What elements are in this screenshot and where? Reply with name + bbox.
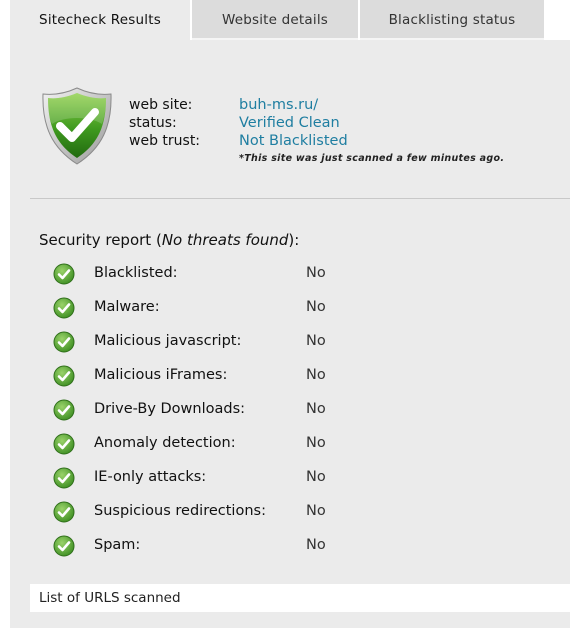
report-item-label: Malicious iFrames: xyxy=(94,367,228,383)
report-item-value: No xyxy=(306,299,326,315)
report-item-label: Anomaly detection: xyxy=(94,435,236,451)
report-item-value: No xyxy=(306,333,326,349)
report-item-value: No xyxy=(306,265,326,281)
report-item-label: IE-only attacks: xyxy=(94,469,207,485)
green-check-icon xyxy=(53,501,75,523)
report-item-label: Malicious javascript: xyxy=(94,333,242,349)
security-report-title: Security report (No threats found): xyxy=(39,231,299,249)
urls-scanned-bar[interactable]: List of URLS scanned xyxy=(30,584,570,612)
report-row: Malicious javascript: No xyxy=(53,331,353,353)
report-row: Malicious iFrames: No xyxy=(53,365,353,387)
report-row: Blacklisted: No xyxy=(53,263,353,285)
green-check-icon xyxy=(53,297,75,319)
green-check-icon xyxy=(53,365,75,387)
status-label: status: xyxy=(129,115,177,131)
tab-bar-gap xyxy=(546,0,570,40)
report-row: Drive-By Downloads: No xyxy=(53,399,353,421)
report-item-value: No xyxy=(306,503,326,519)
green-check-icon xyxy=(53,433,75,455)
green-check-icon xyxy=(53,331,75,353)
web-trust-label: web trust: xyxy=(129,133,201,149)
report-item-label: Suspicious redirections: xyxy=(94,503,266,519)
tab-sitecheck-results[interactable]: Sitecheck Results xyxy=(10,0,192,40)
report-item-label: Blacklisted: xyxy=(94,265,178,281)
report-title-suffix: ): xyxy=(288,231,300,249)
report-item-label: Malware: xyxy=(94,299,160,315)
green-check-icon xyxy=(53,467,75,489)
report-row: Suspicious redirections: No xyxy=(53,501,353,523)
green-check-icon xyxy=(53,399,75,421)
tab-bar: Sitecheck Results Website details Blackl… xyxy=(10,0,570,40)
report-item-value: No xyxy=(306,401,326,417)
report-row: Anomaly detection: No xyxy=(53,433,353,455)
web-site-label: web site: xyxy=(129,97,193,113)
site-info-values: buh-ms.ru/ Verified Clean Not Blackliste… xyxy=(239,96,348,150)
status-value: Verified Clean xyxy=(239,115,340,131)
tab-blacklisting-status[interactable]: Blacklisting status xyxy=(360,0,546,40)
site-info-labels: web site: status: web trust: xyxy=(129,96,200,150)
report-item-value: No xyxy=(306,367,326,383)
web-trust-value[interactable]: Not Blacklisted xyxy=(239,132,348,150)
report-item-value: No xyxy=(306,469,326,485)
report-title-emphasis: No threats found xyxy=(161,231,289,249)
report-row: Spam: No xyxy=(53,535,353,557)
report-row: Malware: No xyxy=(53,297,353,319)
scan-time-note: *This site was just scanned a few minute… xyxy=(239,153,505,164)
urls-scanned-link[interactable]: List of URLS scanned xyxy=(39,590,181,606)
report-item-value: No xyxy=(306,435,326,451)
section-divider xyxy=(30,198,570,199)
report-item-label: Drive-By Downloads: xyxy=(94,401,246,417)
report-row: IE-only attacks: No xyxy=(53,467,353,489)
report-item-label: Spam: xyxy=(94,537,141,553)
tab-website-details[interactable]: Website details xyxy=(192,0,360,40)
green-check-icon xyxy=(53,263,75,285)
report-title-prefix: Security report ( xyxy=(39,231,162,249)
shield-check-icon xyxy=(42,87,112,165)
green-check-icon xyxy=(53,535,75,557)
web-site-value[interactable]: buh-ms.ru/ xyxy=(239,96,348,114)
report-item-value: No xyxy=(306,537,326,553)
